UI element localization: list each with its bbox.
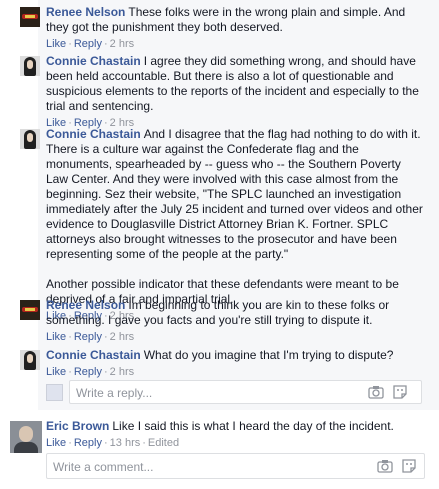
comment-input[interactable]: Write a comment... — [46, 453, 425, 479]
timestamp[interactable]: 13 hrs — [110, 437, 141, 449]
reply-link[interactable]: Reply — [74, 437, 102, 449]
avatar[interactable] — [20, 129, 40, 149]
reply-item: Connie Chastain I agree they did somethin… — [20, 54, 426, 130]
comment-placeholder: Write a comment... — [53, 460, 154, 474]
reply-meta: Like · Reply · 2 hrs — [46, 366, 135, 378]
comment-text: Eric Brown Like I said this is what I hea… — [46, 419, 426, 434]
author-name[interactable]: Renee Nelson — [46, 298, 125, 312]
reply-input[interactable]: Write a reply... — [69, 380, 422, 404]
like-link[interactable]: Like — [46, 366, 66, 378]
reply-text: Renee Nelson These folks were in the wron… — [46, 5, 426, 35]
comment-meta: Like · Reply · 13 hrs · Edited — [46, 437, 180, 449]
like-link[interactable]: Like — [46, 437, 66, 449]
author-name[interactable]: Connie Chastain — [46, 127, 141, 141]
avatar[interactable] — [20, 300, 40, 320]
camera-icon[interactable] — [368, 385, 384, 399]
sticker-icon[interactable] — [401, 459, 417, 473]
sticker-icon[interactable] — [392, 385, 408, 399]
reply-link[interactable]: Reply — [74, 38, 102, 50]
reply-text: Connie Chastain What do you imagine that … — [46, 348, 426, 363]
avatar[interactable] — [20, 7, 40, 27]
author-name[interactable]: Renee Nelson — [46, 5, 125, 19]
author-name[interactable]: Connie Chastain — [46, 348, 141, 362]
reply-text: Connie Chastain And I disagree that the f… — [46, 127, 426, 307]
reply-link[interactable]: Reply — [74, 366, 102, 378]
author-name[interactable]: Connie Chastain — [46, 54, 141, 68]
avatar[interactable] — [10, 421, 42, 453]
reply-placeholder: Write a reply... — [76, 386, 153, 400]
reply-item: Renee Nelson These folks were in the wron… — [20, 5, 426, 51]
current-user-avatar — [46, 384, 63, 401]
avatar[interactable] — [20, 56, 40, 76]
comment-body: Like I said this is what I heard the day… — [112, 419, 394, 433]
timestamp[interactable]: 2 hrs — [110, 38, 134, 50]
reply-item: Connie Chastain And I disagree that the f… — [20, 127, 426, 323]
edited-label[interactable]: Edited — [148, 437, 179, 449]
reply-meta: Like · Reply · 2 hrs — [46, 38, 135, 50]
camera-icon[interactable] — [377, 459, 393, 473]
reply-item: Renee Nelson Im beginning to think you ar… — [20, 298, 426, 344]
like-link[interactable]: Like — [46, 331, 66, 343]
like-link[interactable]: Like — [46, 38, 66, 50]
reply-item: Connie Chastain What do you imagine that … — [20, 348, 426, 379]
timestamp[interactable]: 2 hrs — [110, 366, 134, 378]
reply-meta: Like · Reply · 2 hrs — [46, 331, 135, 343]
reply-text: Renee Nelson Im beginning to think you ar… — [46, 298, 426, 328]
timestamp[interactable]: 2 hrs — [110, 331, 134, 343]
author-name[interactable]: Eric Brown — [46, 419, 109, 433]
comment-item: Eric Brown Like I said this is what I hea… — [10, 419, 426, 453]
avatar[interactable] — [20, 350, 40, 370]
reply-text: Connie Chastain I agree they did somethin… — [46, 54, 426, 114]
reply-body: What do you imagine that I'm trying to d… — [143, 348, 394, 362]
reply-link[interactable]: Reply — [74, 331, 102, 343]
reply-body: And I disagree that the flag had nothing… — [46, 127, 423, 261]
